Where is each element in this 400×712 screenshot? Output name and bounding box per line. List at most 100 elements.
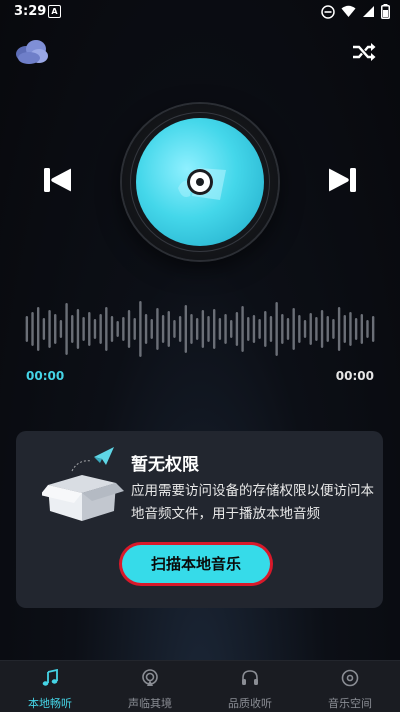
waveform-bar bbox=[93, 319, 97, 339]
waveform-bar bbox=[36, 307, 40, 351]
waveform-bar bbox=[269, 316, 273, 342]
wifi-icon bbox=[341, 5, 356, 17]
waveform-bar bbox=[201, 310, 205, 348]
waveform-bar bbox=[235, 312, 239, 346]
cloud-button[interactable] bbox=[14, 38, 50, 66]
notification-icon: A bbox=[48, 5, 61, 18]
tab-label: 声临其境 bbox=[128, 697, 172, 710]
waveform-bar bbox=[218, 318, 222, 340]
tab-local-listening[interactable]: 本地畅听 bbox=[0, 661, 100, 712]
waveform-bar bbox=[150, 319, 153, 339]
waveform-bar bbox=[127, 310, 131, 348]
waveform-bar bbox=[31, 312, 34, 346]
status-time: 3:29 bbox=[14, 4, 47, 19]
waveform-bar bbox=[71, 315, 74, 343]
waveform-bar bbox=[195, 318, 199, 340]
waveform-bar bbox=[65, 303, 68, 355]
shuffle-icon bbox=[353, 43, 376, 61]
waveform-bar bbox=[337, 307, 341, 351]
tab-immersive[interactable]: 声临其境 bbox=[100, 661, 200, 712]
waveform-bar bbox=[247, 317, 250, 341]
waveform-bar bbox=[110, 316, 114, 342]
waveform-bar bbox=[190, 314, 193, 344]
music-note-icon bbox=[42, 669, 58, 686]
headphones-icon bbox=[242, 670, 258, 685]
waveform-bar bbox=[42, 318, 46, 340]
waveform-bar bbox=[224, 314, 227, 344]
waveform-bar bbox=[309, 313, 312, 345]
waveform-bar bbox=[230, 320, 233, 338]
waveform-bar bbox=[207, 316, 210, 342]
waveform-bar bbox=[275, 302, 278, 356]
waveform-bar bbox=[144, 314, 148, 344]
waveform-bar bbox=[258, 319, 261, 339]
waveform-bar bbox=[349, 312, 352, 346]
waveform-bar bbox=[161, 315, 165, 343]
signal-icon bbox=[363, 6, 374, 17]
waveform-bar bbox=[286, 318, 290, 340]
waveform-bar bbox=[354, 318, 358, 340]
waveform-bar bbox=[48, 310, 51, 348]
waveform-bar bbox=[173, 320, 176, 338]
current-time: 00:00 bbox=[26, 369, 65, 383]
audio-waveform bbox=[25, 301, 375, 357]
waveform-bar bbox=[82, 317, 85, 341]
shuffle-button[interactable] bbox=[350, 40, 378, 64]
waveform-bar bbox=[241, 306, 244, 352]
vinyl-disc[interactable] bbox=[122, 104, 278, 260]
waveform-bar bbox=[76, 309, 80, 349]
disc-icon bbox=[341, 669, 359, 687]
podcast-icon bbox=[142, 669, 158, 686]
waveform-bar bbox=[116, 321, 119, 337]
status-bar: 3:29 A bbox=[0, 0, 400, 24]
bottom-tab-bar: 本地畅听 声临其境 品质收听 音乐空间 bbox=[0, 660, 400, 712]
disc-spindle bbox=[196, 178, 204, 186]
waveform-bar bbox=[54, 314, 57, 344]
permission-title: 暂无权限 bbox=[131, 455, 199, 475]
next-track-button[interactable] bbox=[326, 163, 360, 197]
open-box-icon bbox=[42, 447, 124, 521]
waveform-bar bbox=[371, 316, 375, 342]
waveform-bar bbox=[264, 311, 267, 347]
waveform-bar bbox=[360, 314, 364, 344]
waveform-bar bbox=[303, 320, 307, 338]
waveform-bar bbox=[298, 315, 301, 343]
tab-music-space[interactable]: 音乐空间 bbox=[300, 661, 400, 712]
waveform-bar bbox=[178, 316, 182, 342]
waveform-bar bbox=[366, 320, 369, 338]
waveform-bar bbox=[88, 312, 91, 346]
waveform-bar bbox=[292, 308, 295, 350]
tab-label: 音乐空间 bbox=[328, 697, 372, 710]
scan-local-music-button[interactable]: 扫描本地音乐 bbox=[122, 545, 270, 583]
waveform-bar bbox=[184, 305, 188, 353]
dnd-icon bbox=[321, 4, 335, 19]
waveform-bar bbox=[326, 316, 329, 342]
cloud-icon bbox=[16, 40, 48, 64]
waveform-bar bbox=[156, 308, 159, 350]
tab-label: 品质收听 bbox=[228, 697, 272, 710]
waveform-bar bbox=[25, 316, 29, 342]
waveform-bar bbox=[133, 318, 136, 340]
total-time: 00:00 bbox=[335, 369, 374, 383]
permission-card: 暂无权限 应用需要访问设备的存储权限以便访问本地音频文件，用于播放本地音频 扫描… bbox=[16, 431, 383, 608]
waveform-bar bbox=[122, 317, 125, 341]
waveform-bar bbox=[332, 319, 335, 339]
waveform-bar bbox=[139, 301, 142, 357]
battery-icon bbox=[381, 4, 390, 19]
previous-track-button[interactable] bbox=[40, 163, 74, 197]
waveform-bar bbox=[343, 315, 346, 343]
waveform-bar bbox=[167, 311, 170, 347]
status-icons bbox=[321, 4, 390, 19]
tab-label: 本地畅听 bbox=[28, 697, 72, 710]
waveform-bar bbox=[315, 317, 318, 341]
waveform-bar bbox=[320, 310, 324, 348]
waveform-bar bbox=[99, 314, 102, 344]
skip-next-icon bbox=[329, 168, 356, 192]
waveform-bar bbox=[59, 320, 63, 338]
waveform-bar bbox=[212, 309, 216, 349]
waveform-bar bbox=[252, 315, 256, 343]
waveform-bar bbox=[105, 307, 108, 351]
permission-description: 应用需要访问设备的存储权限以便访问本地音频文件，用于播放本地音频 bbox=[131, 483, 374, 522]
tab-quality-listening[interactable]: 品质收听 bbox=[200, 661, 300, 712]
waveform-bar bbox=[281, 314, 284, 344]
